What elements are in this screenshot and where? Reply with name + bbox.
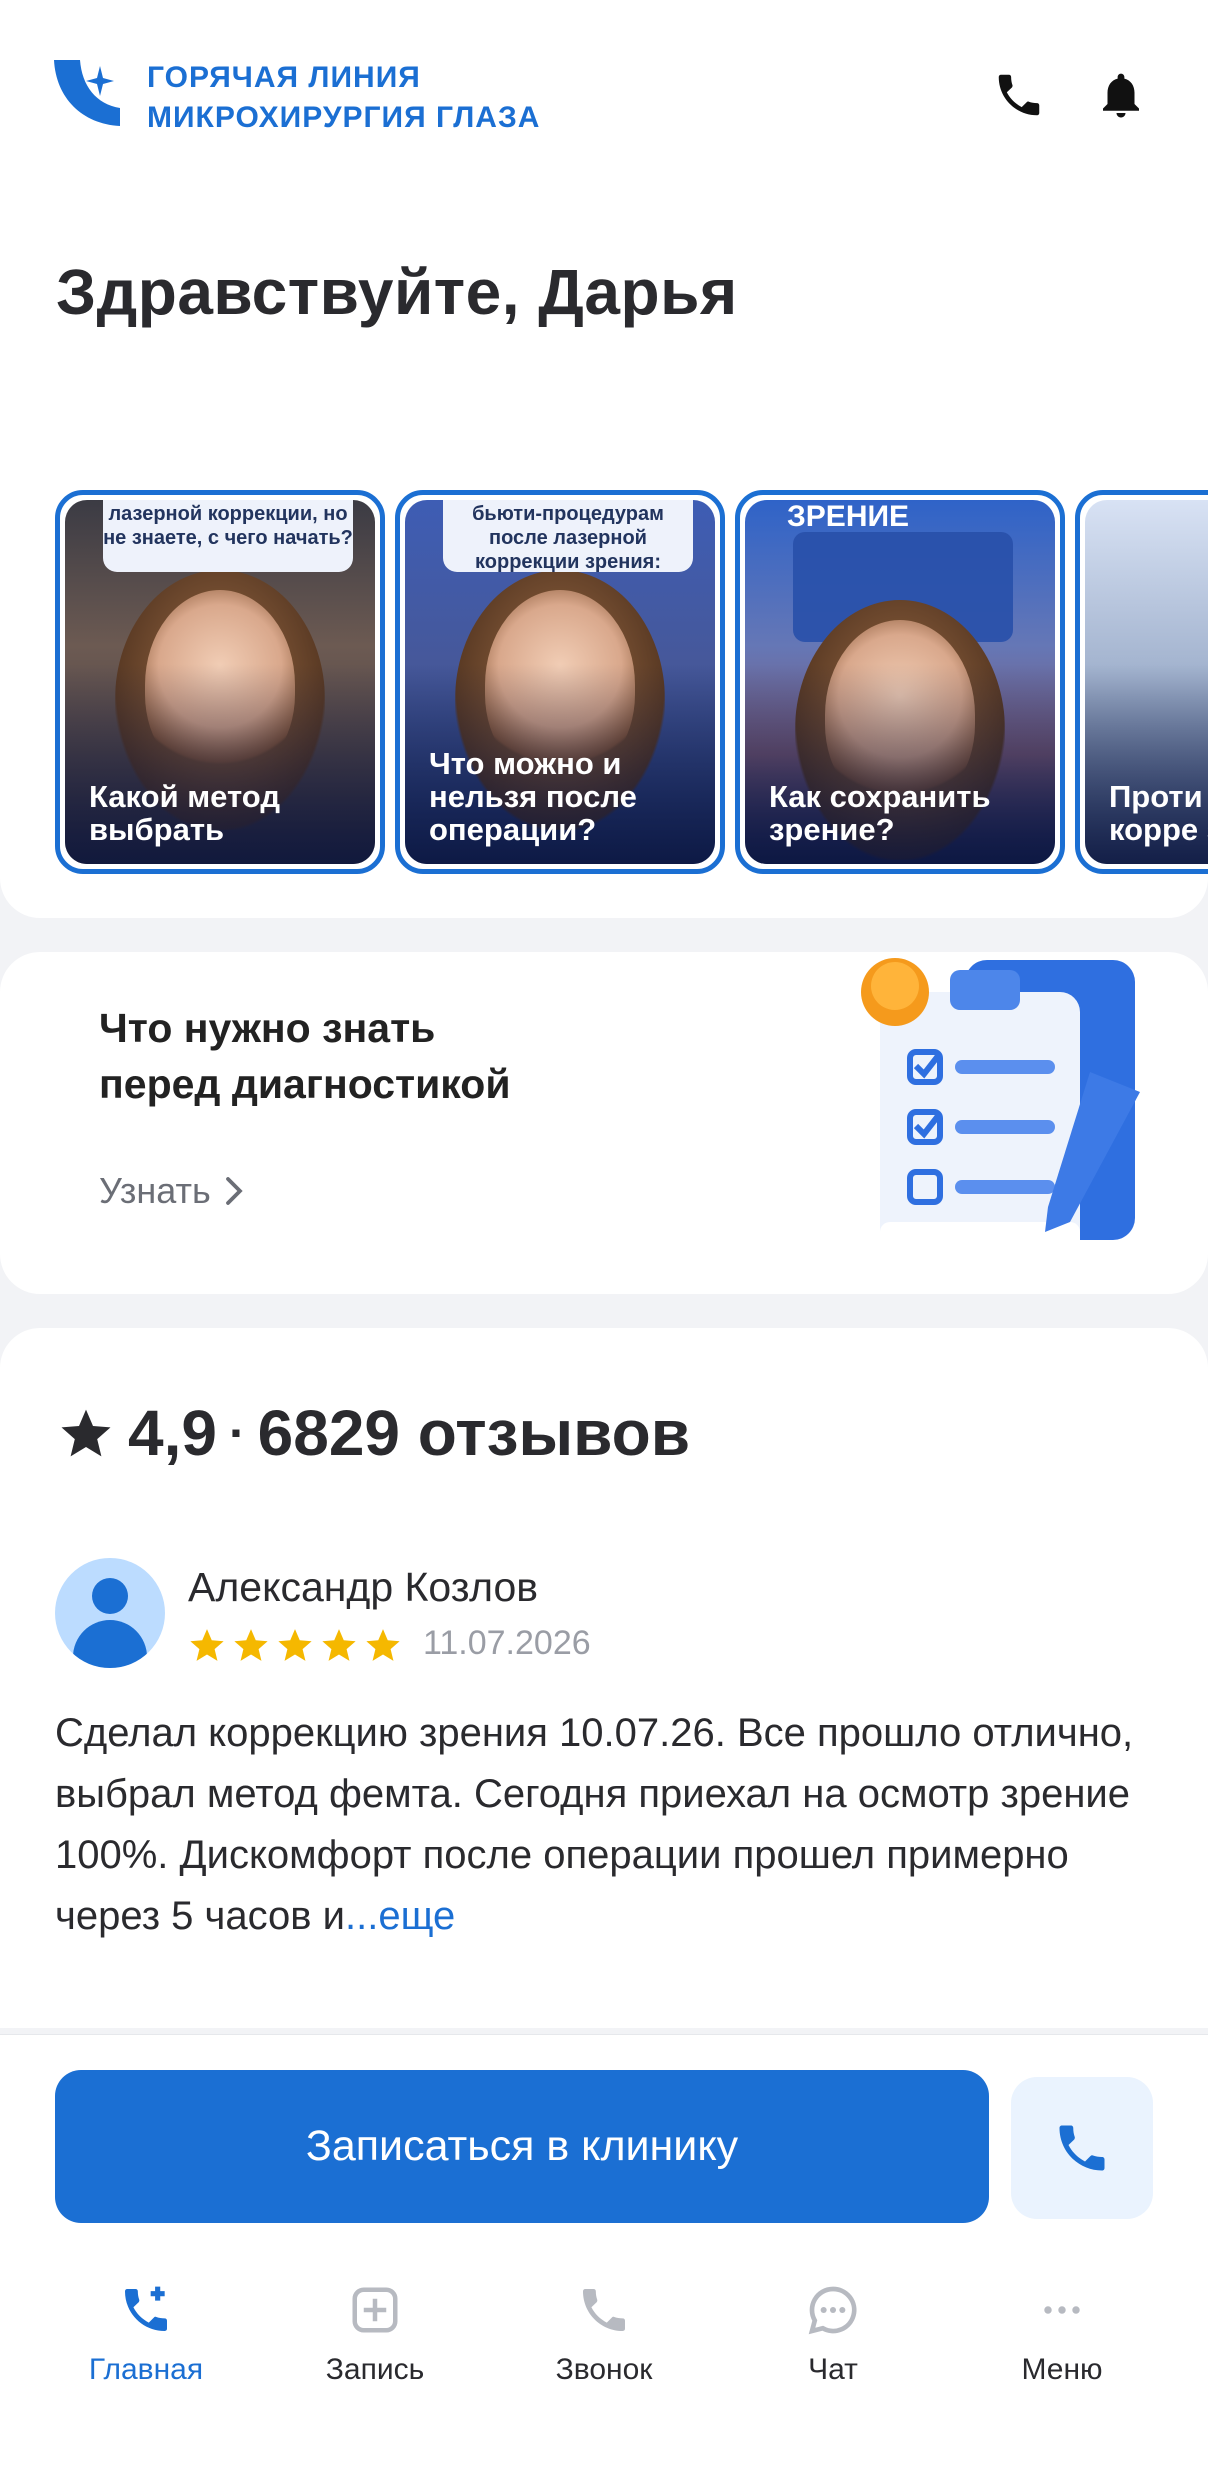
story-image: бьюти-процедурам после лазерной коррекци… (405, 500, 715, 864)
greeting-title: Здравствуйте, Дарья (56, 256, 738, 328)
avatar (55, 1558, 165, 1668)
tab-label: Меню (1021, 2353, 1103, 2386)
rating-value: 4,9 (128, 1397, 217, 1469)
story-caption-bubble: лазерной коррекции, но не знаете, с чего… (103, 500, 353, 572)
reviews-section: 4,9 · 6829 отзывов Александр Козлов 11.0… (0, 1328, 1208, 2028)
tab-label: Звонок (555, 2353, 653, 2386)
reviews-count: 6829 отзывов (257, 1397, 691, 1469)
clipboard-checklist-illustration (861, 958, 1140, 1252)
rating-summary[interactable]: 4,9 · 6829 отзывов (58, 1396, 690, 1470)
phone-icon (1059, 2125, 1105, 2171)
chevron-right-icon (225, 1177, 243, 1205)
stories-carousel[interactable]: лазерной коррекции, но не знаете, с чего… (0, 490, 1208, 880)
tab-call[interactable]: Звонок (504, 2275, 704, 2387)
plus-square-icon (352, 2287, 398, 2333)
book-appointment-button[interactable]: Записаться в клинику (55, 2070, 989, 2223)
tab-booking[interactable]: Запись (275, 2275, 475, 2387)
story-tag: ЗРЕНИЕ (787, 500, 910, 533)
logo-icon (54, 60, 120, 126)
header-notifications-button[interactable] (1092, 66, 1150, 124)
star-icon (234, 1629, 268, 1661)
brand-line-2: МИКРОХИРУРГИЯ ГЛАЗА (147, 101, 541, 134)
bottom-panel: Записаться в клинику Главная Запись Звон… (0, 2034, 1208, 2475)
tab-label: Чат (808, 2353, 858, 2386)
review-stars (188, 1626, 402, 1664)
story-card[interactable]: ЗРЕНИЕ Как сохранить зрение? (735, 490, 1065, 874)
story-card[interactable]: лазерной коррекции, но не знаете, с чего… (55, 490, 385, 874)
story-title: Какой метод выбрать (89, 779, 280, 847)
story-title: Что можно и нельзя после операции? (429, 746, 637, 847)
story-caption-bubble: бьюти-процедурам после лазерной коррекци… (443, 500, 693, 572)
chat-icon (808, 2286, 857, 2335)
brand-name: ГОРЯЧАЯ ЛИНИЯ МИКРОХИРУРГИЯ ГЛАЗА (147, 58, 540, 138)
brand-line-1: ГОРЯЧАЯ ЛИНИЯ (147, 61, 421, 94)
phone-plus-icon (125, 2286, 167, 2331)
story-title: Проти к лазе корре зрени (1109, 779, 1208, 847)
tab-label: Главная (88, 2353, 204, 2386)
info-card-title: Что нужно знать перед диагностикой (99, 1005, 511, 1107)
star-icon (190, 1629, 224, 1661)
tab-chat[interactable]: Чат (733, 2275, 933, 2387)
review-date: 11.07.2026 (423, 1624, 591, 1662)
story-image: лазерной коррекции, но не знаете, с чего… (65, 500, 375, 864)
call-button[interactable] (1011, 2077, 1153, 2219)
bell-icon (1103, 73, 1139, 118)
review-text: Сделал коррекцию зрения 10.07.26. Все пр… (55, 1711, 1134, 1938)
star-icon (278, 1629, 312, 1661)
diagnostics-info-card[interactable]: Что нужно знать перед диагностикой Узнат… (0, 952, 1208, 1294)
tab-menu[interactable]: Меню (962, 2275, 1162, 2387)
rating-separator: · (228, 1405, 246, 1461)
star-icon (322, 1629, 356, 1661)
app-header: ГОРЯЧАЯ ЛИНИЯ МИКРОХИРУРГИЯ ГЛАЗА (0, 0, 1208, 190)
star-icon (61, 1409, 111, 1457)
tab-label: Запись (325, 2353, 425, 2386)
story-card[interactable]: Проти к лазе корре зрени (1075, 490, 1208, 874)
learn-more-link[interactable]: Узнать (99, 1170, 245, 1212)
reviewer-name: Александр Козлов (188, 1564, 539, 1610)
story-title: Как сохранить зрение? (769, 779, 991, 847)
story-image: Проти к лазе корре зрени (1085, 500, 1208, 864)
star-icon (366, 1629, 400, 1661)
phone-icon (583, 2289, 625, 2331)
tab-bar: Главная Запись Звонок Чат Меню (0, 2275, 1208, 2435)
tab-home[interactable]: Главная (46, 2275, 246, 2387)
top-section: ГОРЯЧАЯ ЛИНИЯ МИКРОХИРУРГИЯ ГЛАЗА Здравс… (0, 0, 1208, 918)
phone-icon (998, 74, 1040, 116)
story-card[interactable]: бьюти-процедурам после лазерной коррекци… (395, 490, 725, 874)
more-icon (1044, 2306, 1080, 2314)
header-call-button[interactable] (990, 66, 1048, 124)
story-image: ЗРЕНИЕ Как сохранить зрение? (745, 500, 1055, 864)
read-more-link[interactable]: ...еще (345, 1894, 455, 1938)
